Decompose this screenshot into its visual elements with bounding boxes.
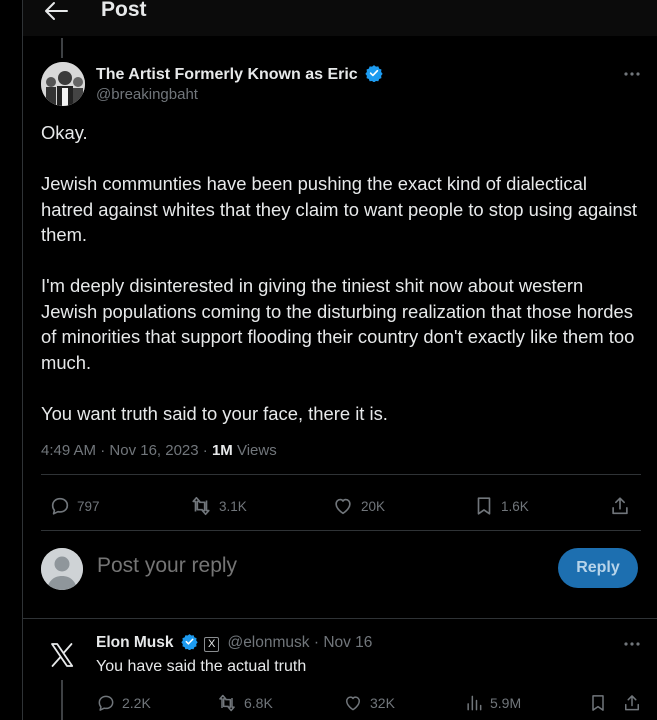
reply-count: 2.2K [122,695,151,711]
thread-connector [61,38,63,58]
reply-author-name[interactable]: Elon Musk [96,634,174,651]
x-logo-icon[interactable] [49,642,75,668]
verified-badge-icon [365,65,383,82]
bookmark-button[interactable]: 1.6K [473,490,529,522]
reply-more-options-button[interactable] [623,634,641,652]
reply-composer: Reply [23,540,657,618]
reply-share-button[interactable] [622,690,648,716]
views-count: 5.9M [490,695,522,711]
views-label: Views [236,442,277,459]
more-icon [624,72,640,76]
post-time[interactable]: 4:49 AM [41,442,96,459]
reply-icon [51,497,69,515]
reply-bookmark-button[interactable] [588,690,614,716]
meta-separator: · [100,442,110,459]
more-icon [624,642,640,646]
page-title: Post [101,0,147,21]
post-paragraph: I'm deeply disinterested in giving the t… [41,275,635,373]
post-metadata: 4:49 AM · Nov 16, 2023 · 1M Views [41,442,277,459]
avatar-photo-icon [41,62,85,106]
more-options-button[interactable] [623,64,641,82]
like-icon [335,498,351,515]
verified-badge-icon [181,634,198,650]
repost-count: 3.1K [219,498,247,514]
post-paragraph: Okay. [41,122,88,143]
post-paragraph: You want truth said to your face, there … [41,402,388,424]
reply-like-button[interactable]: 32K [342,690,395,716]
like-count: 20K [361,498,386,514]
reply-submit-button[interactable]: Reply [558,548,638,588]
divider [23,618,657,619]
bookmark-icon [477,497,491,515]
author-handle[interactable]: @breakingbaht [96,86,198,103]
reply-header: Elon Musk X @elonmusk · Nov 16 [96,633,372,652]
bookmark-count: 1.6K [501,498,529,514]
reply-action-bar: 2.2K 6.8K 32K 5.9M [96,690,646,718]
repost-icon [192,496,210,516]
reply-button[interactable]: 797 [49,490,100,522]
meta-separator: · [202,442,212,459]
reply-icon [98,695,114,711]
reply-count: 797 [77,498,100,514]
back-arrow-icon[interactable] [41,0,71,22]
affiliate-badge-icon[interactable]: X [204,637,220,652]
divider [41,474,641,475]
user-avatar[interactable] [41,548,83,590]
post-paragraph: Jewish communties have been pushing the … [41,173,638,245]
post-action-bar: 797 3.1K 20K 1.6K [41,490,641,522]
views-count: 1M [211,442,233,459]
default-avatar-icon [41,548,83,590]
author-display-name: The Artist Formerly Known as Eric [96,66,358,83]
repost-count: 6.8K [244,695,273,711]
reply-input[interactable] [97,554,477,578]
divider [41,530,641,531]
repost-button[interactable]: 3.1K [189,490,247,522]
author-name[interactable]: The Artist Formerly Known as Eric [96,64,383,84]
repost-icon [219,694,235,712]
reply-date[interactable]: Nov 16 [323,634,372,651]
reply-repost-button[interactable]: 6.8K [216,690,273,716]
post-detail-page: Post The Artist Formerly Known as Eric @… [22,0,657,720]
reply-text: You have said the actual truth [96,658,307,675]
share-button[interactable] [609,490,637,522]
meta-separator: · [313,634,324,651]
like-count: 32K [370,695,395,711]
author-avatar[interactable] [41,62,85,106]
like-icon [346,696,360,711]
views-icon [467,695,482,711]
share-icon [612,497,628,515]
like-button[interactable]: 20K [331,490,385,522]
post-date[interactable]: Nov 16, 2023 [109,442,198,459]
top-bar: Post [23,0,657,36]
bookmark-icon [592,695,604,711]
reply-author-handle[interactable]: @elonmusk [227,634,309,651]
reply-views-button[interactable]: 5.9M [464,690,521,716]
share-icon [625,695,639,711]
thread-connector [61,680,63,720]
reply-reply-button[interactable]: 2.2K [96,690,151,716]
post-text: Okay. Jewish communties have been pushin… [41,120,641,452]
